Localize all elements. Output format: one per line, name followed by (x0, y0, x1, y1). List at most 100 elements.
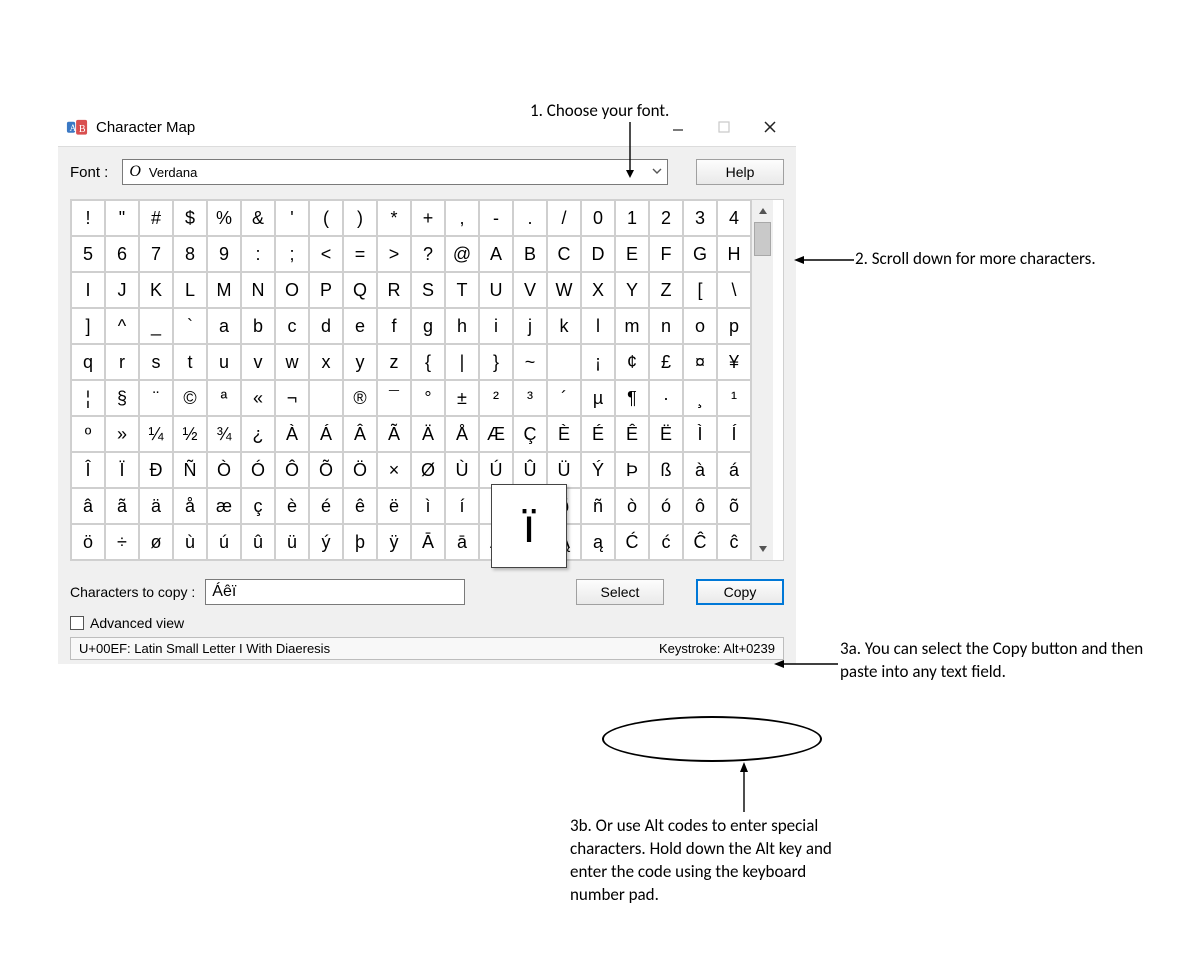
char-cell[interactable]: ú (207, 524, 241, 560)
char-cell[interactable]: + (411, 200, 445, 236)
char-cell[interactable]: ® (343, 380, 377, 416)
char-cell[interactable]: ô (683, 488, 717, 524)
char-cell[interactable]: q (71, 344, 105, 380)
char-cell[interactable]: ñ (581, 488, 615, 524)
char-cell[interactable]: . (513, 200, 547, 236)
char-cell[interactable]: ÿ (377, 524, 411, 560)
char-cell[interactable]: ß (649, 452, 683, 488)
char-cell[interactable]: ç (241, 488, 275, 524)
char-cell[interactable]: ¾ (207, 416, 241, 452)
char-cell[interactable]: v (241, 344, 275, 380)
char-cell[interactable]: Ý (581, 452, 615, 488)
char-cell[interactable]: B (513, 236, 547, 272)
char-cell[interactable]: ø (139, 524, 173, 560)
char-cell[interactable]: Ñ (173, 452, 207, 488)
char-cell[interactable]: ó (649, 488, 683, 524)
char-cell[interactable]: Ú (479, 452, 513, 488)
char-cell[interactable]: x (309, 344, 343, 380)
char-cell[interactable]: ] (71, 308, 105, 344)
char-cell[interactable]: _ (139, 308, 173, 344)
char-cell[interactable]: t (173, 344, 207, 380)
char-cell[interactable]: Î (71, 452, 105, 488)
char-cell[interactable]: r (105, 344, 139, 380)
char-cell[interactable]: è (275, 488, 309, 524)
char-cell[interactable]: N (241, 272, 275, 308)
char-cell[interactable]: 5 (71, 236, 105, 272)
char-cell[interactable]: Ë (649, 416, 683, 452)
char-cell[interactable]: J (105, 272, 139, 308)
char-cell[interactable]: Ø (411, 452, 445, 488)
char-cell[interactable]: õ (717, 488, 751, 524)
char-cell[interactable]: u (207, 344, 241, 380)
char-cell[interactable]: X (581, 272, 615, 308)
char-cell[interactable]: a (207, 308, 241, 344)
char-cell[interactable]: Ù (445, 452, 479, 488)
char-cell[interactable]: ì (411, 488, 445, 524)
char-cell[interactable]: Ć (615, 524, 649, 560)
char-cell[interactable]: Ä (411, 416, 445, 452)
char-cell[interactable]: æ (207, 488, 241, 524)
char-cell[interactable]: ½ (173, 416, 207, 452)
char-cell[interactable]: ¼ (139, 416, 173, 452)
char-cell[interactable]: ( (309, 200, 343, 236)
char-cell[interactable]: à (683, 452, 717, 488)
char-cell[interactable]: Â (343, 416, 377, 452)
char-cell[interactable]: É (581, 416, 615, 452)
char-cell[interactable]: Í (717, 416, 751, 452)
char-cell[interactable]: Ç (513, 416, 547, 452)
char-cell[interactable]: F (649, 236, 683, 272)
char-cell[interactable]: Æ (479, 416, 513, 452)
char-cell[interactable]: * (377, 200, 411, 236)
char-cell[interactable]: ´ (547, 380, 581, 416)
char-cell[interactable]: 0 (581, 200, 615, 236)
char-cell[interactable]: á (717, 452, 751, 488)
char-cell[interactable]: ¨ (139, 380, 173, 416)
char-cell[interactable]: 1 (615, 200, 649, 236)
copy-button[interactable]: Copy (696, 579, 784, 605)
char-cell[interactable]: R (377, 272, 411, 308)
char-cell[interactable]: p (717, 308, 751, 344)
char-cell[interactable]: 8 (173, 236, 207, 272)
char-cell[interactable]: ` (173, 308, 207, 344)
characters-to-copy-input[interactable]: Áêï (205, 579, 465, 605)
char-cell[interactable]: Ì (683, 416, 717, 452)
char-cell[interactable]: ° (411, 380, 445, 416)
char-cell[interactable]: W (547, 272, 581, 308)
char-cell[interactable]: [ (683, 272, 717, 308)
char-cell[interactable]: " (105, 200, 139, 236)
char-cell[interactable]: K (139, 272, 173, 308)
char-cell[interactable]: Õ (309, 452, 343, 488)
char-cell[interactable]: c (275, 308, 309, 344)
char-cell[interactable]: % (207, 200, 241, 236)
char-cell[interactable]: ) (343, 200, 377, 236)
char-cell[interactable]: & (241, 200, 275, 236)
char-cell[interactable]: D (581, 236, 615, 272)
char-cell[interactable]: © (173, 380, 207, 416)
char-cell[interactable]: j (513, 308, 547, 344)
char-cell[interactable]: < (309, 236, 343, 272)
char-cell[interactable]: ą (581, 524, 615, 560)
char-cell[interactable]: ¤ (683, 344, 717, 380)
char-cell[interactable]: 2 (649, 200, 683, 236)
char-cell[interactable]: - (479, 200, 513, 236)
char-cell[interactable]: E (615, 236, 649, 272)
char-cell[interactable]: ã (105, 488, 139, 524)
char-cell[interactable]: ü (275, 524, 309, 560)
char-cell[interactable]: s (139, 344, 173, 380)
char-cell[interactable]: z (377, 344, 411, 380)
char-cell[interactable]: Á (309, 416, 343, 452)
char-cell[interactable]: L (173, 272, 207, 308)
char-cell[interactable]: 6 (105, 236, 139, 272)
char-cell[interactable]: Ð (139, 452, 173, 488)
char-cell[interactable]: ' (275, 200, 309, 236)
char-cell[interactable]: û (241, 524, 275, 560)
char-cell[interactable]: ² (479, 380, 513, 416)
char-cell[interactable]: ¥ (717, 344, 751, 380)
char-cell[interactable]: ± (445, 380, 479, 416)
char-cell[interactable]: ĉ (717, 524, 751, 560)
char-cell[interactable]: « (241, 380, 275, 416)
char-cell[interactable]: Ĉ (683, 524, 717, 560)
char-cell[interactable]: þ (343, 524, 377, 560)
char-cell[interactable]: Z (649, 272, 683, 308)
char-cell[interactable]: V (513, 272, 547, 308)
